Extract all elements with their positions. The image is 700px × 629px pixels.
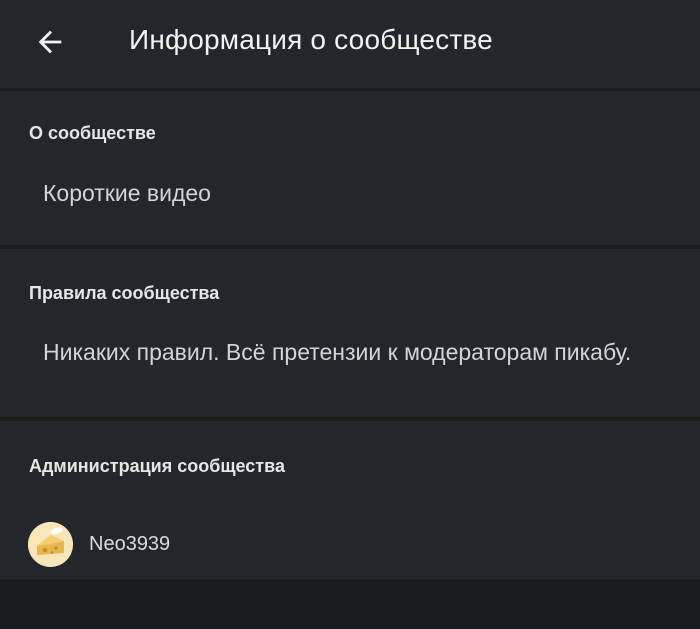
administration-section: Администрация сообщества Neo3939 — [0, 421, 700, 579]
avatar[interactable] — [28, 521, 73, 567]
rules-heading: Правила сообщества — [29, 283, 220, 303]
about-section: О сообществе Короткие видео — [0, 91, 700, 245]
administration-heading: Администрация сообщества — [29, 456, 285, 476]
admin-name[interactable]: Neo3939 — [89, 533, 170, 556]
empty-area — [0, 579, 700, 629]
back-button[interactable] — [30, 22, 70, 62]
arrow-left-icon — [38, 30, 62, 54]
about-text: Короткие видео — [43, 180, 211, 206]
community-info-screen: Информация о сообществе О сообществе Кор… — [0, 0, 700, 629]
app-bar: Информация о сообществе — [0, 0, 700, 88]
admin-list-item[interactable]: Neo3939 — [28, 521, 170, 567]
rules-text: Никаких правил. Всё претензии к модерато… — [43, 339, 632, 365]
cheese-avatar-icon — [28, 521, 73, 567]
page-title: Информация о сообществе — [129, 24, 493, 55]
about-heading: О сообществе — [29, 123, 156, 143]
rules-section: Правила сообщества Никаких правил. Всё п… — [0, 249, 700, 417]
